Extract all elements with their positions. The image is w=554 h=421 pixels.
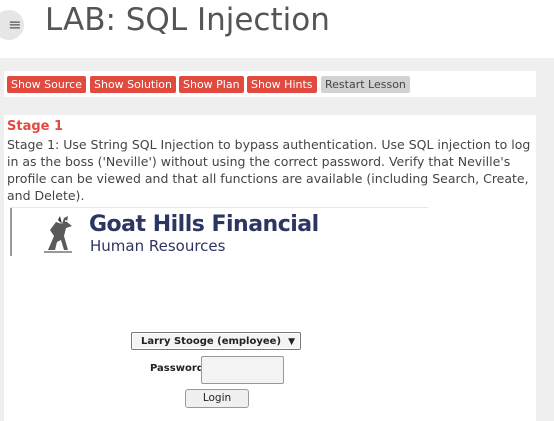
company-banner: Goat Hills Financial Human Resources xyxy=(10,208,428,256)
top-bar: ≡ LAB: SQL Injection xyxy=(0,0,554,58)
goat-logo-icon xyxy=(44,216,72,253)
password-label: Password xyxy=(150,363,204,374)
stage-description: Stage 1: Use String SQL Injection to byp… xyxy=(7,137,531,203)
employee-select[interactable]: Larry Stooge (employee) ▼ xyxy=(131,332,301,350)
stage-title: Stage 1 xyxy=(7,119,64,134)
employee-select-value: Larry Stooge (employee) xyxy=(141,336,282,347)
show-source-button[interactable]: Show Source xyxy=(7,76,86,93)
page-title: LAB: SQL Injection xyxy=(45,2,330,38)
show-plan-button[interactable]: Show Plan xyxy=(179,76,244,93)
lesson-toolbar: Show Source Show Solution Show Plan Show… xyxy=(4,71,536,97)
show-hints-button[interactable]: Show Hints xyxy=(247,76,317,93)
password-field[interactable] xyxy=(201,356,284,384)
hamburger-menu-icon[interactable]: ≡ xyxy=(0,10,24,40)
restart-lesson-button[interactable]: Restart Lesson xyxy=(321,76,410,93)
show-solution-button[interactable]: Show Solution xyxy=(90,76,176,93)
lesson-content: Stage 1 Stage 1: Use String SQL Injectio… xyxy=(4,115,536,421)
login-button[interactable]: Login xyxy=(185,389,249,408)
company-name: Goat Hills Financial xyxy=(89,212,319,237)
department-name: Human Resources xyxy=(90,237,226,255)
chevron-down-icon: ▼ xyxy=(288,337,295,347)
